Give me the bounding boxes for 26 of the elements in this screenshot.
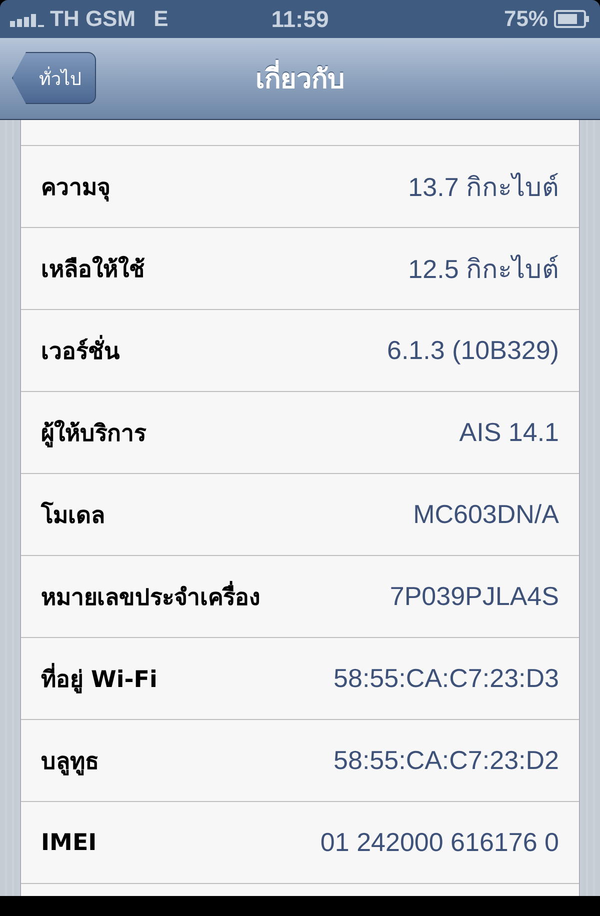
row-value: 13.7 กิกะไบต์ xyxy=(408,171,559,204)
row-value: AIS 14.1 xyxy=(459,417,559,448)
row-value: 01 242000 616176 0 xyxy=(320,827,559,858)
row-label: หมายเลขประจำเครื่อง xyxy=(41,578,260,614)
row-value: 58:55:CA:C7:23:D2 xyxy=(334,745,559,776)
row-label: บลูทูธ xyxy=(41,748,99,778)
row-label: IMEI xyxy=(41,830,97,856)
battery-icon xyxy=(554,10,590,28)
back-button[interactable]: ทั่วไป xyxy=(12,52,96,104)
page-title: เกี่ยวกับ xyxy=(256,57,344,100)
row-label: ผู้ให้บริการ xyxy=(41,418,146,450)
clock-time: 11:59 xyxy=(271,6,329,32)
row-label: ที่อยู่ Wi-Fi xyxy=(41,660,158,696)
row-value: 58:55:CA:C7:23:D3 xyxy=(334,663,559,694)
battery-percent: 75% xyxy=(504,6,548,32)
row-label: โมเดล xyxy=(41,500,105,530)
row-value: 12.5 กิกะไบต์ xyxy=(408,253,559,286)
row-value: 7P039PJLA4S xyxy=(390,581,559,612)
row-value: 6.1.3 (10B329) xyxy=(386,335,559,366)
row-label: เวอร์ชั่น xyxy=(41,332,120,368)
row-label: ความจุ xyxy=(41,174,110,204)
network-type: E xyxy=(154,6,168,32)
carrier-name: TH GSM xyxy=(50,6,136,32)
row-label: เหลือให้ใช้ xyxy=(41,254,145,284)
signal-icon xyxy=(10,11,44,27)
row-value: MC603DN/A xyxy=(413,499,559,530)
